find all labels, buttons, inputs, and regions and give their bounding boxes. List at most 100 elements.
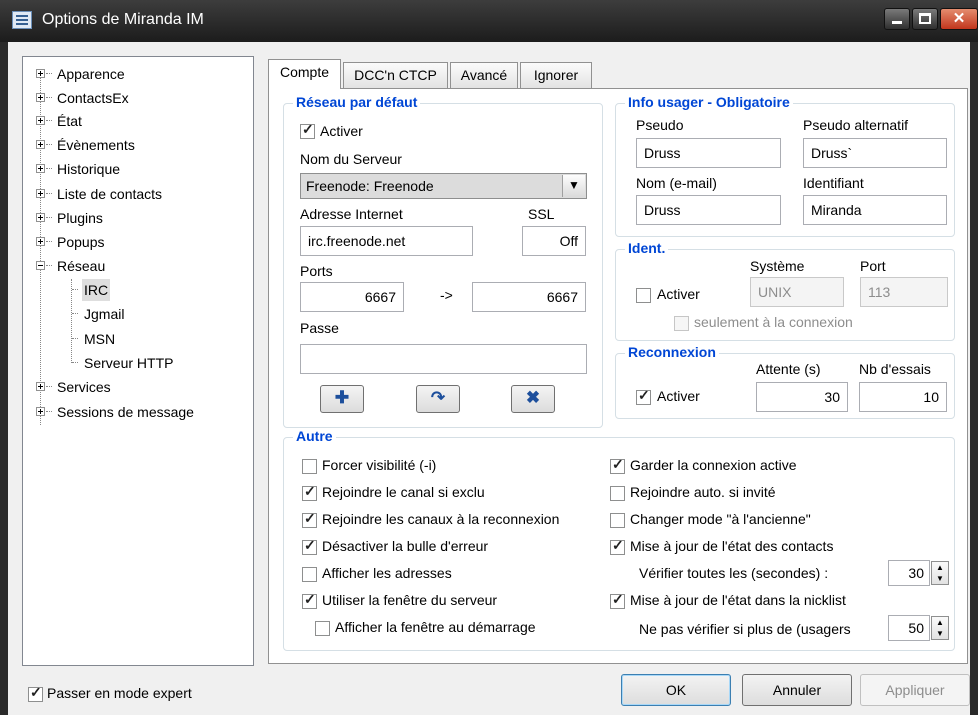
maj-etat-contacts-label: Mise à jour de l'état des contacts [630,538,834,554]
tab-avance[interactable]: Avancé [450,62,518,88]
window-frame-right [970,42,978,715]
close-button[interactable] [940,8,978,30]
rejoindre-canal-exclu-label: Rejoindre le canal si exclu [322,484,485,500]
essais-label: Nb d'essais [859,361,931,377]
delete-server-button[interactable]: ✖ [511,385,555,413]
reseau-activer-checkbox[interactable] [300,121,315,139]
forcer-visibilite-checkbox[interactable] [302,459,317,474]
tree-connector [46,73,52,74]
maximize-button[interactable] [912,8,938,30]
address-input[interactable]: irc.freenode.net [300,226,473,256]
changer-mode-label: Changer mode "à l'ancienne" [630,511,811,527]
tree-connector [40,75,41,425]
pseudo-input[interactable]: Druss [636,138,781,168]
group-reseau-title: Réseau par défaut [293,94,421,110]
expand-icon[interactable] [36,237,45,246]
ok-button[interactable]: OK [621,674,731,706]
minimize-button[interactable] [884,8,910,30]
utiliser-fenetre-serveur-checkbox[interactable] [302,591,317,609]
tab-dcc-ctcp[interactable]: DCC'n CTCP [343,62,448,88]
tree-item-label: Jgmail [84,306,125,322]
expand-icon[interactable] [36,69,45,78]
server-select[interactable]: Freenode: Freenode ▼ [300,173,587,199]
rejoindre-canal-exclu-checkbox[interactable] [302,483,317,501]
ssl-field[interactable]: Off [522,226,586,256]
seulement-checkbox[interactable] [674,316,689,331]
cancel-button[interactable]: Annuler [742,674,852,706]
apply-button[interactable]: Appliquer [860,674,970,706]
passe-input[interactable] [300,344,587,374]
attente-input[interactable]: 30 [756,382,848,412]
afficher-fenetre-demarrage-label: Afficher la fenêtre au démarrage [335,619,536,635]
afficher-adresses-checkbox[interactable] [302,567,317,582]
systeme-input[interactable]: UNIX [750,277,844,307]
maj-etat-nicklist-checkbox[interactable] [610,591,625,609]
options-tree[interactable]: Apparence ContactsEx État Évènements His… [22,56,254,666]
expand-icon[interactable] [36,116,45,125]
port-from-input[interactable]: 6667 [300,282,404,312]
tree-connector [46,168,52,169]
changer-mode-checkbox[interactable] [610,513,625,528]
tree-connector [46,97,52,98]
passe-label: Passe [300,320,339,336]
essais-input[interactable]: 10 [859,382,947,412]
tree-item-label: Services [57,379,111,395]
tree-connector [46,144,52,145]
tree-item-label: Réseau [57,258,106,274]
expand-icon[interactable] [36,213,45,222]
maj-etat-contacts-checkbox[interactable] [610,537,625,555]
edit-arrow-icon: ↷ [430,388,446,407]
options-window: Options de Miranda IM Apparence Contacts… [0,0,978,715]
utiliser-fenetre-serveur-label: Utiliser la fenêtre du serveur [322,592,498,608]
port-range-arrow: -> [440,287,453,303]
expand-icon[interactable] [36,164,45,173]
nepas-verifier-input[interactable]: 50 [888,615,930,641]
nepas-verifier-label: Ne pas vérifier si plus de (usagers [639,621,851,637]
garder-connexion-checkbox[interactable] [610,456,625,474]
nepas-verifier-spinner[interactable]: ▲ ▼ [931,616,949,640]
ident-activer-label: Activer [657,286,700,302]
group-reseau: Réseau par défaut Activer Nom du Serveur… [283,94,603,428]
ident-activer-checkbox[interactable] [636,288,651,303]
afficher-fenetre-demarrage-checkbox[interactable] [315,621,330,636]
rejoindre-canaux-reconnexion-checkbox[interactable] [302,510,317,528]
expand-icon[interactable] [36,189,45,198]
tree-connector [46,241,52,242]
identifiant-input[interactable]: Miranda [803,195,947,225]
tree-connector [46,217,52,218]
verifier-spinner[interactable]: ▲ ▼ [931,561,949,585]
ssl-label: SSL [528,206,555,222]
collapse-icon[interactable] [36,261,45,270]
maj-etat-nicklist-label: Mise à jour de l'état dans la nicklist [630,592,846,608]
verifier-input[interactable]: 30 [888,560,930,586]
nom-email-input[interactable]: Druss [636,195,781,225]
address-label: Adresse Internet [300,206,403,222]
desactiver-bulle-checkbox[interactable] [302,537,317,555]
chevron-down-icon[interactable]: ▼ [562,175,585,197]
expert-mode-checkbox[interactable] [28,684,43,702]
server-name-label: Nom du Serveur [300,151,402,167]
expand-icon[interactable] [36,407,45,416]
rejoindre-auto-checkbox[interactable] [610,486,625,501]
expand-icon[interactable] [36,140,45,149]
edit-server-button[interactable]: ↷ [416,385,460,413]
tab-compte[interactable]: Compte [268,59,341,89]
tree-item-label: Historique [57,161,121,177]
tree-connector [72,313,78,314]
tab-ignorer[interactable]: Ignorer [520,62,592,88]
attente-label: Attente (s) [756,361,821,377]
ident-port-input[interactable]: 113 [860,277,948,307]
expand-icon[interactable] [36,93,45,102]
tab-panel-compte: Réseau par défaut Activer Nom du Serveur… [268,88,968,664]
pseudo-alt-input[interactable]: Druss` [803,138,947,168]
tree-item-label: Serveur HTTP [84,355,174,371]
reconnexion-activer-checkbox[interactable] [636,387,651,405]
tree-connector [46,386,52,387]
expand-icon[interactable] [36,382,45,391]
delete-icon: ✖ [525,388,541,407]
port-to-input[interactable]: 6667 [472,282,586,312]
window-title: Options de Miranda IM [42,11,204,28]
add-server-button[interactable]: ✚ [320,385,364,413]
title-bar: Options de Miranda IM [0,0,978,42]
desactiver-bulle-label: Désactiver la bulle d'erreur [322,538,489,554]
